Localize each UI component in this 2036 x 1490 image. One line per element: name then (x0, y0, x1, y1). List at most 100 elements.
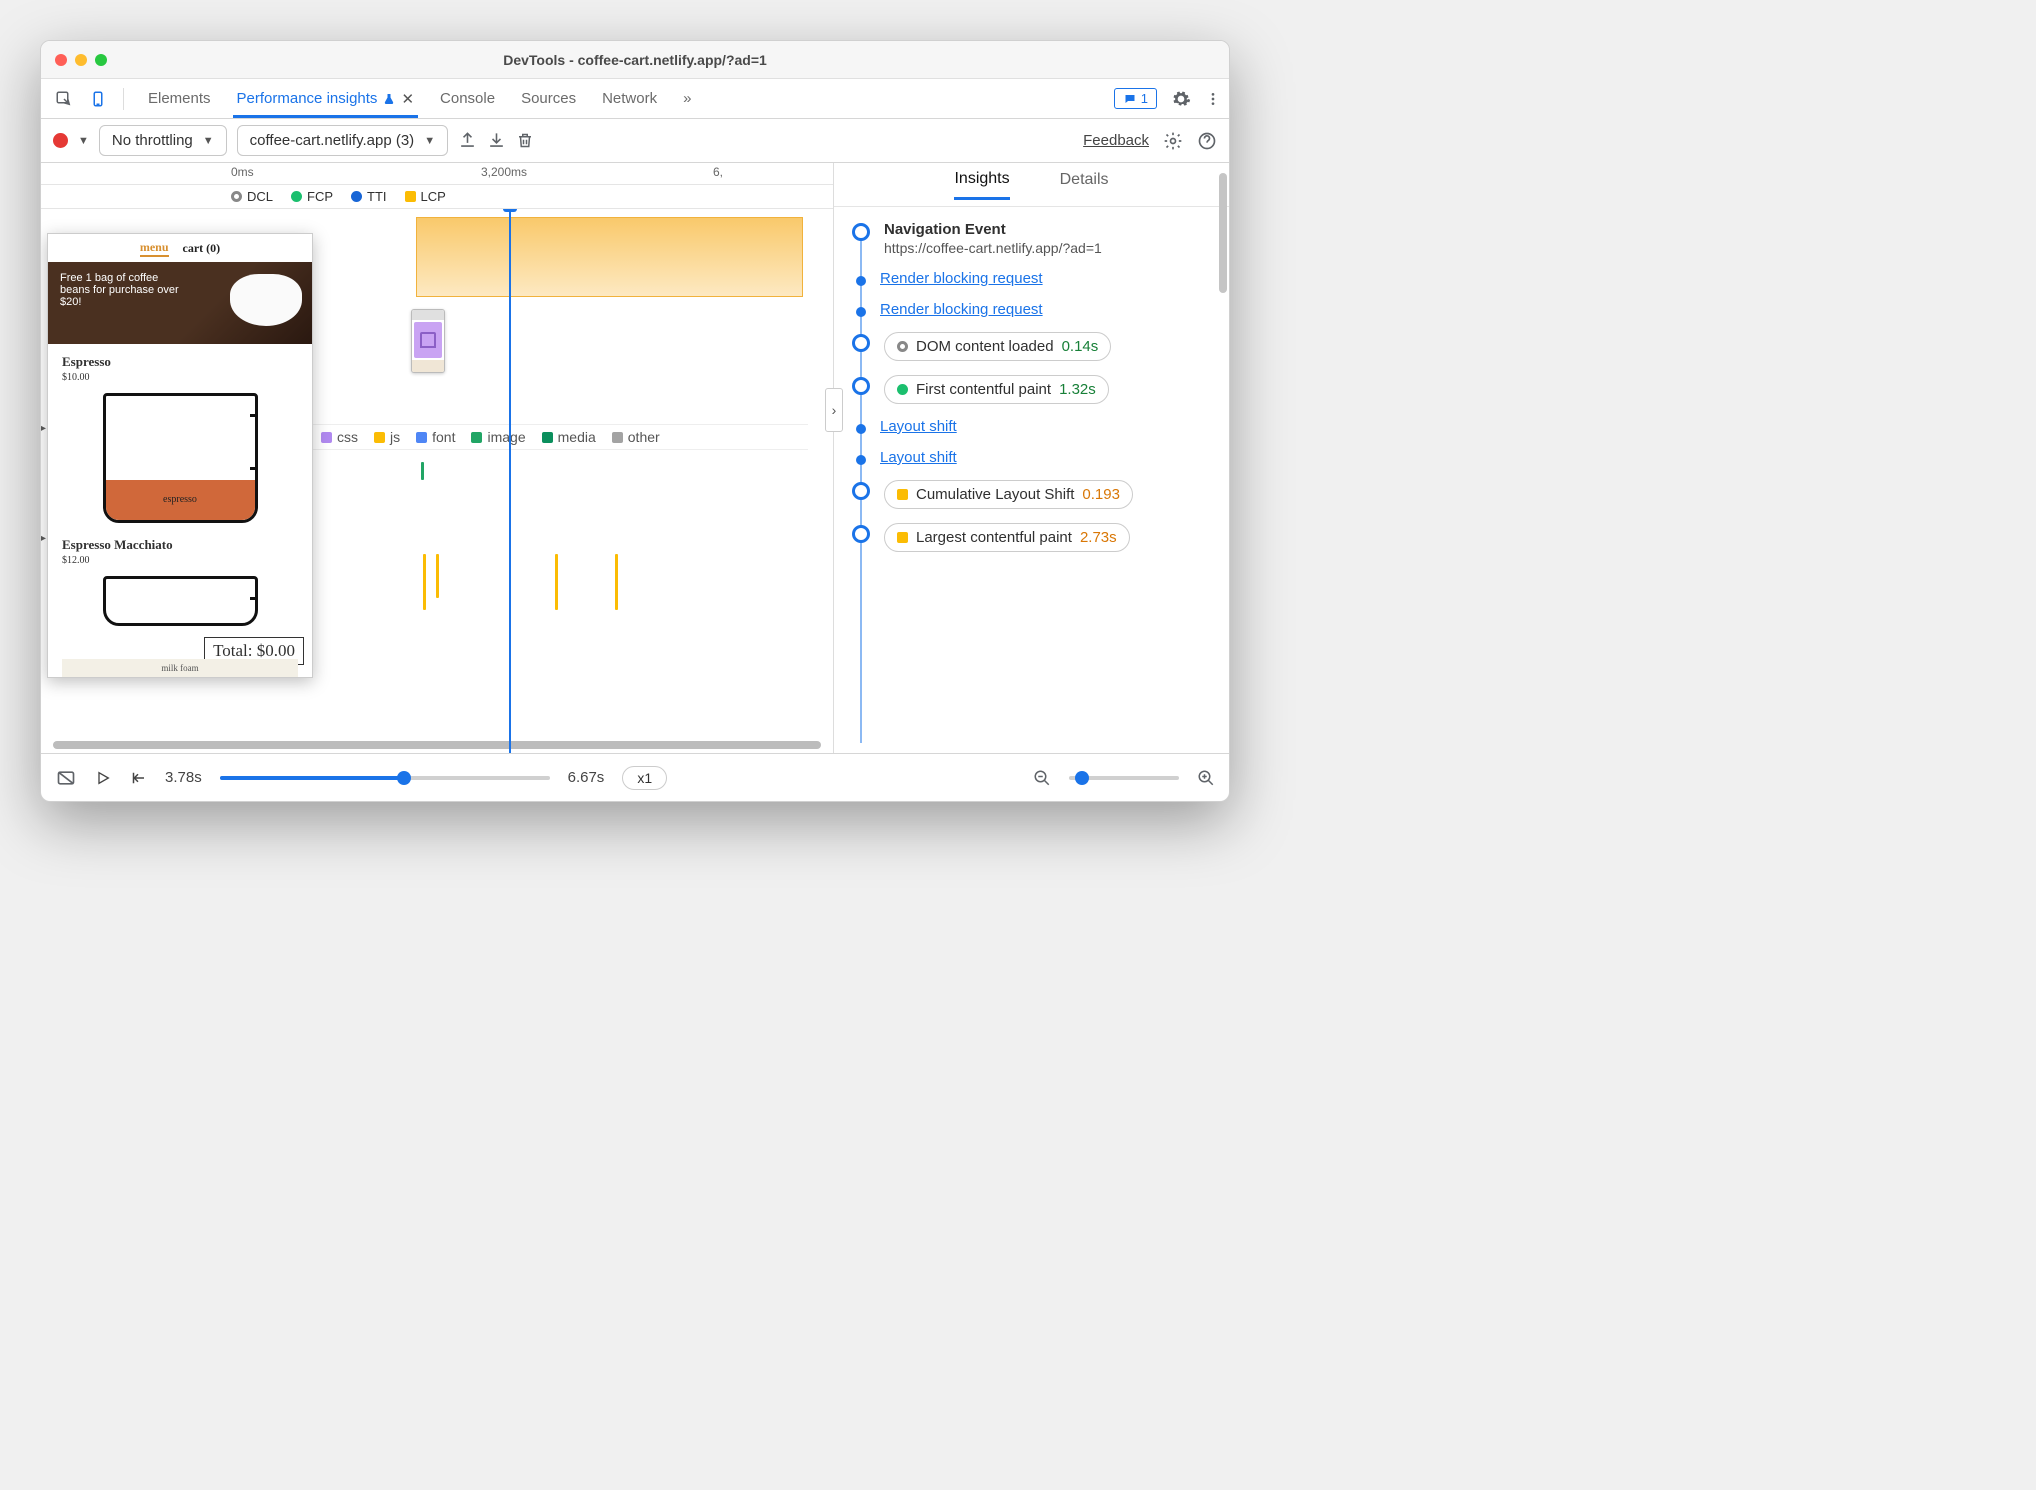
wf-bar[interactable] (421, 462, 424, 480)
playback-current-time: 3.78s (165, 769, 202, 786)
time-ruler[interactable]: 0ms 3,200ms 6, (41, 163, 833, 185)
tab-insights[interactable]: Insights (954, 170, 1009, 200)
insight-dcl[interactable]: DOM content loaded 0.14s (846, 332, 1219, 361)
insight-cls[interactable]: Cumulative Layout Shift 0.193 (846, 480, 1219, 509)
insight-render-blocking-2[interactable]: Render blocking request (846, 301, 1219, 318)
preview-cup2-graphic (103, 576, 258, 626)
fcp-label: First contentful paint (916, 381, 1051, 398)
lcp-value: 2.73s (1080, 529, 1117, 546)
screenshot-thumbnail[interactable] (411, 309, 445, 373)
zoom-out-icon[interactable] (1033, 769, 1051, 787)
legend-css[interactable]: css (321, 429, 358, 445)
expand-section-1[interactable]: ▸ (41, 419, 53, 436)
tabs-overflow[interactable]: » (679, 80, 695, 117)
preview-cart-link: cart (0) (183, 241, 221, 256)
play-icon[interactable] (95, 769, 111, 787)
settings-icon[interactable] (1171, 89, 1191, 109)
panel-tabs-row: Elements Performance insights ✕ Console … (41, 79, 1229, 119)
legend-font[interactable]: font (416, 429, 455, 445)
playback-total-time: 6.67s (568, 769, 605, 786)
preview-foam-label: milk foam (62, 659, 298, 678)
insight-fcp[interactable]: First contentful paint 1.32s (846, 375, 1219, 404)
feedback-link[interactable]: Feedback (1083, 132, 1149, 149)
preview-item2-name: Espresso Macchiato (62, 537, 298, 553)
legend-image[interactable]: image (471, 429, 525, 445)
inspect-element-icon[interactable] (49, 84, 79, 114)
marker-fcp[interactable]: FCP (291, 189, 333, 204)
tab-console[interactable]: Console (436, 80, 499, 117)
preview-banner-cup-image (230, 274, 302, 326)
no-screenshot-icon[interactable] (55, 768, 77, 788)
tabs-right-controls: 1 (1114, 88, 1221, 109)
tab-network[interactable]: Network (598, 80, 661, 117)
legend-js[interactable]: js (374, 429, 400, 445)
messages-count: 1 (1141, 91, 1148, 106)
render-blocking-link[interactable]: Render blocking request (880, 301, 1043, 318)
render-blocking-link[interactable]: Render blocking request (880, 270, 1043, 287)
preview-menu-link: menu (140, 240, 169, 257)
skip-back-icon[interactable] (129, 769, 147, 787)
tab-elements[interactable]: Elements (144, 80, 215, 117)
delete-icon[interactable] (516, 131, 534, 150)
insight-layout-shift-1[interactable]: Layout shift (846, 418, 1219, 435)
device-toggle-icon[interactable] (83, 84, 113, 114)
messages-badge[interactable]: 1 (1114, 88, 1157, 109)
marker-tti[interactable]: TTI (351, 189, 387, 204)
throttling-select[interactable]: No throttling ▼ (99, 125, 227, 156)
playhead[interactable] (509, 209, 511, 753)
window-title: DevTools - coffee-cart.netlify.app/?ad=1 (41, 52, 1229, 68)
download-icon[interactable] (487, 131, 506, 150)
tab-sources[interactable]: Sources (517, 80, 580, 117)
markers-legend: DCL FCP TTI LCP (41, 185, 833, 209)
dcl-label: DOM content loaded (916, 338, 1054, 355)
titlebar: DevTools - coffee-cart.netlify.app/?ad=1 (41, 41, 1229, 79)
playback-slider[interactable] (220, 776, 550, 780)
wf-bar[interactable] (436, 554, 439, 598)
preview-cup-fill: espresso (106, 480, 255, 520)
layout-shift-link[interactable]: Layout shift (880, 418, 957, 435)
minimize-window[interactable] (75, 54, 87, 66)
insight-layout-shift-2[interactable]: Layout shift (846, 449, 1219, 466)
playback-speed[interactable]: x1 (622, 766, 667, 790)
record-button[interactable] (53, 133, 68, 148)
wf-bar[interactable] (615, 554, 618, 610)
tab-performance-insights[interactable]: Performance insights ✕ (233, 80, 418, 118)
upload-icon[interactable] (458, 131, 477, 150)
insight-navigation[interactable]: Navigation Event https://coffee-cart.net… (846, 221, 1219, 256)
insight-render-blocking-1[interactable]: Render blocking request (846, 270, 1219, 287)
marker-lcp[interactable]: LCP (405, 189, 446, 204)
perf-toolbar: ▼ No throttling ▼ coffee-cart.netlify.ap… (41, 119, 1229, 163)
legend-media[interactable]: media (542, 429, 596, 445)
recording-select[interactable]: coffee-cart.netlify.app (3) ▼ (237, 125, 448, 156)
recording-value: coffee-cart.netlify.app (3) (250, 132, 415, 149)
insights-list: Navigation Event https://coffee-cart.net… (834, 207, 1229, 753)
wf-bar[interactable] (555, 554, 558, 610)
help-icon[interactable] (1197, 131, 1217, 151)
close-window[interactable] (55, 54, 67, 66)
panel-settings-icon[interactable] (1163, 131, 1183, 151)
throttling-value: No throttling (112, 132, 193, 149)
legend-other[interactable]: other (612, 429, 660, 445)
tab-details[interactable]: Details (1060, 171, 1109, 199)
maximize-window[interactable] (95, 54, 107, 66)
horizontal-scrollbar[interactable] (53, 741, 821, 749)
insight-lcp[interactable]: Largest contentful paint 2.73s (846, 523, 1219, 552)
layout-shift-link[interactable]: Layout shift (880, 449, 957, 466)
pane-collapse-handle[interactable]: › (825, 388, 843, 432)
zoom-in-icon[interactable] (1197, 769, 1215, 787)
zoom-slider[interactable] (1069, 776, 1179, 780)
playback-footer: 3.78s 6.67s x1 (41, 753, 1229, 801)
main-thread-region[interactable] (416, 217, 803, 297)
wf-bar[interactable] (423, 554, 426, 610)
expand-section-2[interactable]: ▸ (41, 529, 53, 546)
panel-tabs: Elements Performance insights ✕ Console … (144, 80, 695, 118)
nav-event-title: Navigation Event (884, 221, 1219, 238)
marker-dcl[interactable]: DCL (231, 189, 273, 204)
window-controls (55, 54, 107, 66)
panel-body: 0ms 3,200ms 6, DCL FCP TTI LCP ▸ ▸ (41, 163, 1229, 753)
cls-value: 0.193 (1082, 486, 1120, 503)
record-menu-caret[interactable]: ▼ (78, 135, 89, 147)
more-menu-icon[interactable] (1205, 89, 1221, 109)
close-tab-icon[interactable]: ✕ (401, 90, 414, 108)
screenshot-preview: menu cart (0) Free 1 bag of coffee beans… (47, 233, 313, 678)
